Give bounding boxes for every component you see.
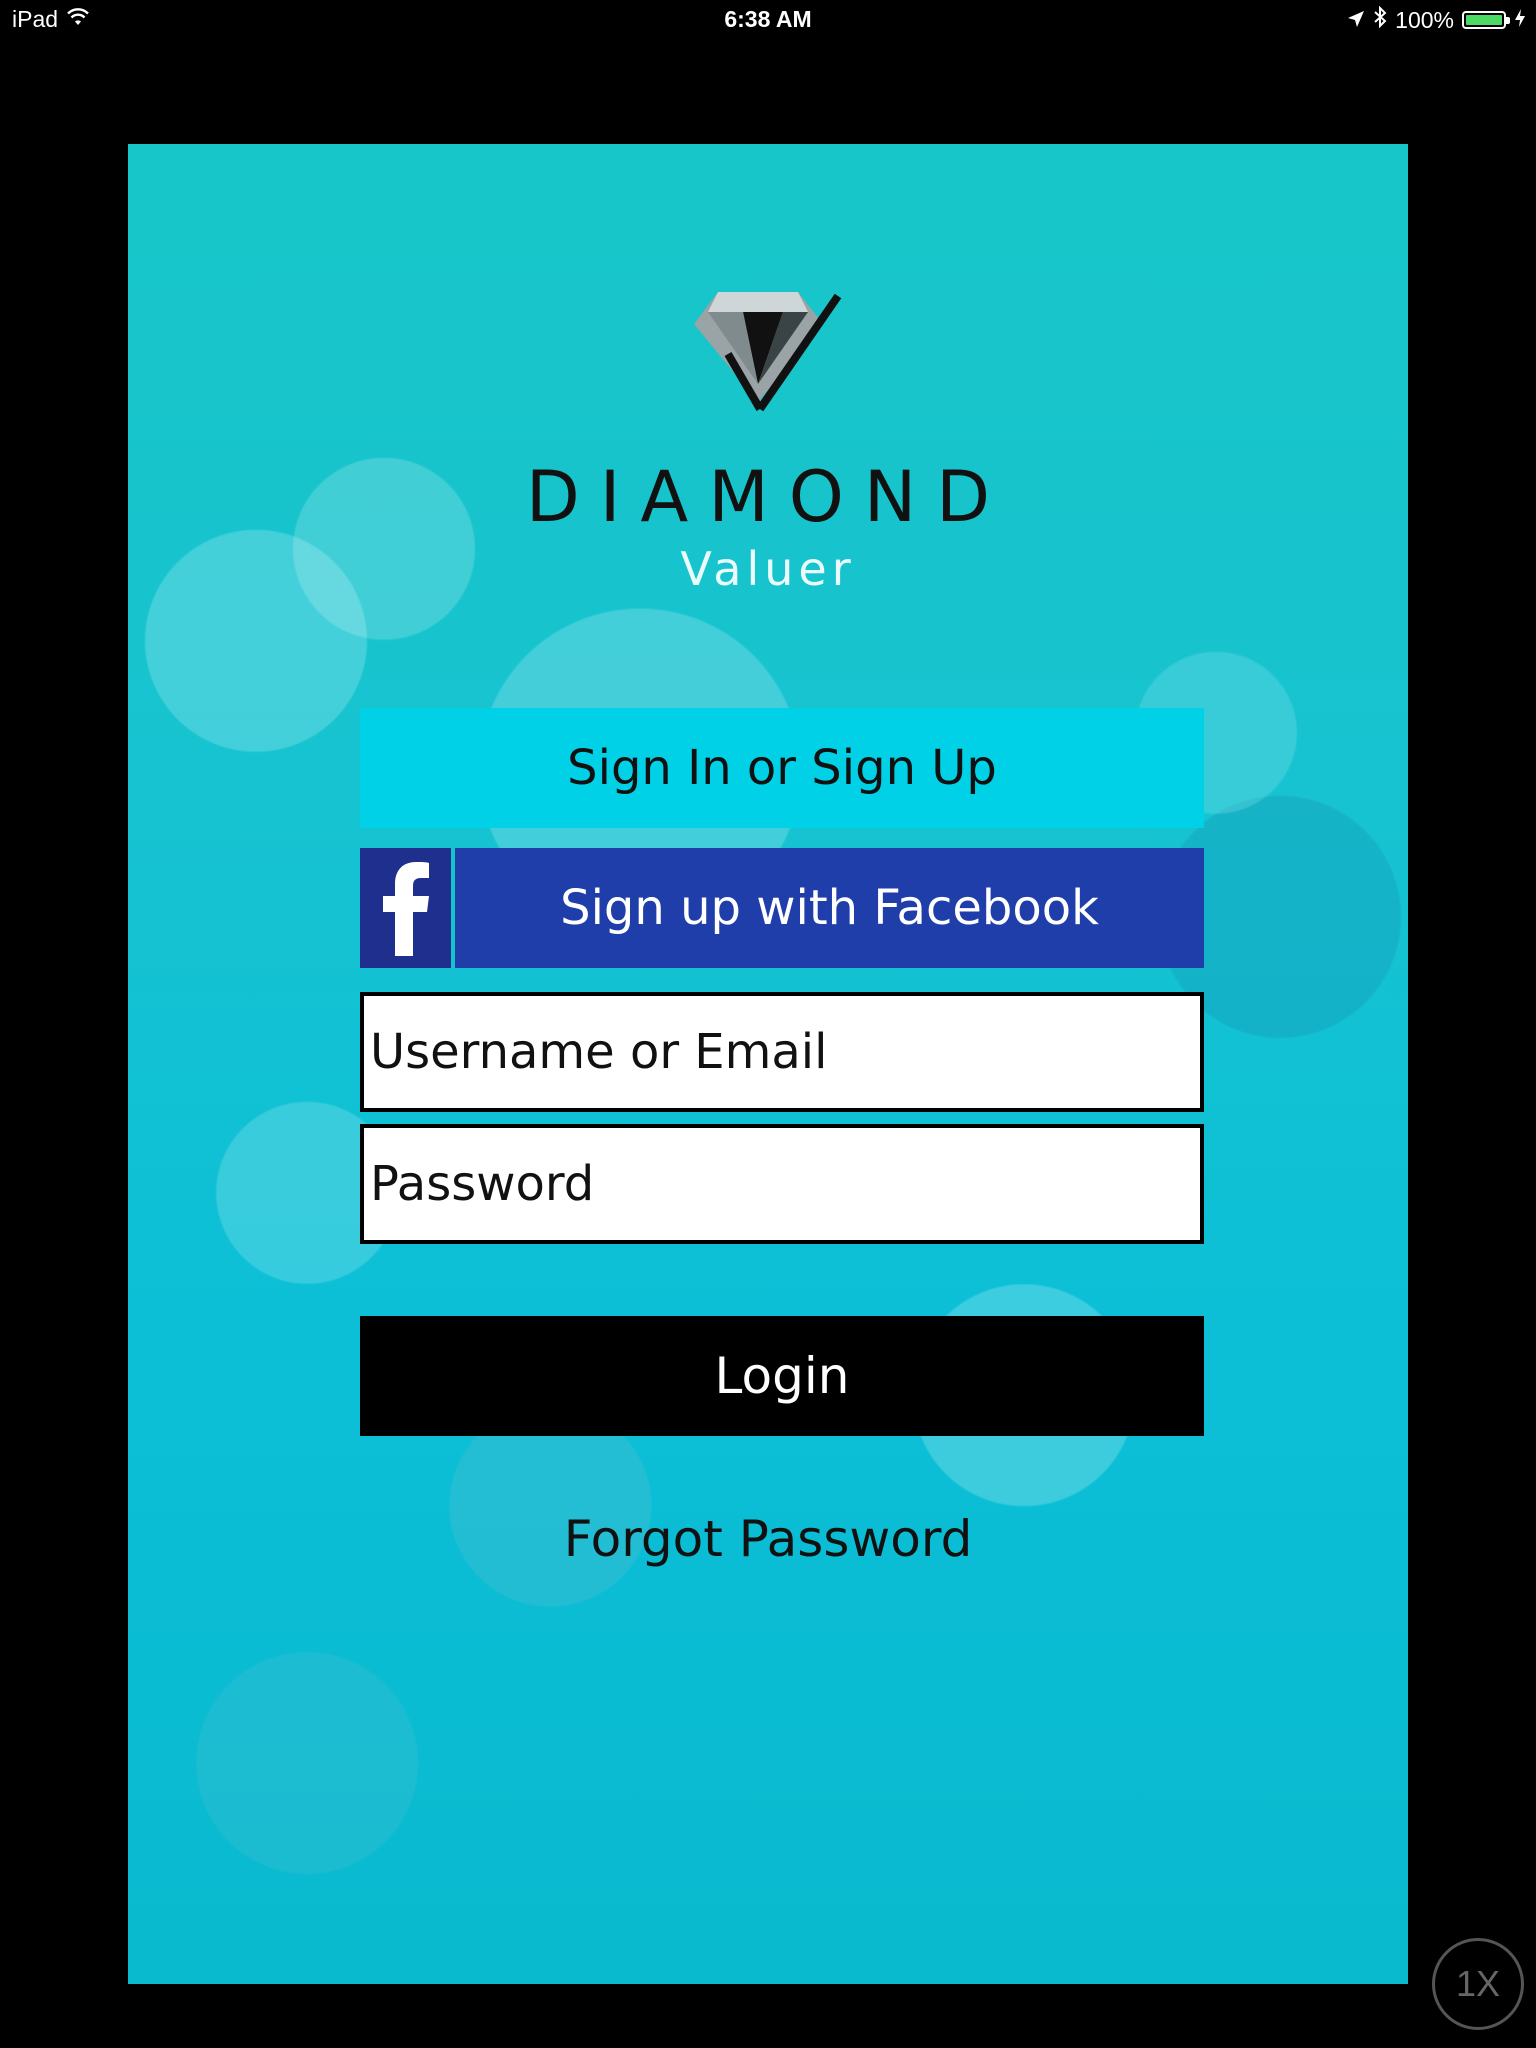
username-email-field[interactable] <box>360 992 1204 1112</box>
forgot-password-link[interactable]: Forgot Password <box>128 1510 1408 1568</box>
bluetooth-icon <box>1373 5 1387 34</box>
battery-percent: 100% <box>1395 6 1454 33</box>
zoom-badge[interactable]: 1X <box>1432 1938 1524 2030</box>
status-time: 6:38 AM <box>724 6 812 32</box>
diamond-logo-icon <box>128 284 1408 434</box>
login-screen: DIAMOND Valuer Sign In or Sign Up Sign u… <box>128 144 1408 1984</box>
facebook-signup-button[interactable]: Sign up with Facebook <box>360 848 1204 968</box>
brand-subtitle: Valuer <box>680 542 856 596</box>
facebook-signup-label: Sign up with Facebook <box>455 848 1204 968</box>
password-field[interactable] <box>360 1124 1204 1244</box>
location-arrow-icon <box>1347 7 1365 34</box>
signin-signup-button[interactable]: Sign In or Sign Up <box>360 708 1204 828</box>
facebook-f-icon <box>360 848 455 968</box>
login-button[interactable]: Login <box>360 1316 1204 1436</box>
charging-bolt-icon <box>1514 7 1526 34</box>
status-right: 100% <box>1347 5 1526 34</box>
brand-name: DIAMOND <box>525 456 1011 538</box>
battery-icon <box>1462 11 1510 29</box>
status-bar: iPad 6:38 AM 100% <box>0 0 1536 40</box>
